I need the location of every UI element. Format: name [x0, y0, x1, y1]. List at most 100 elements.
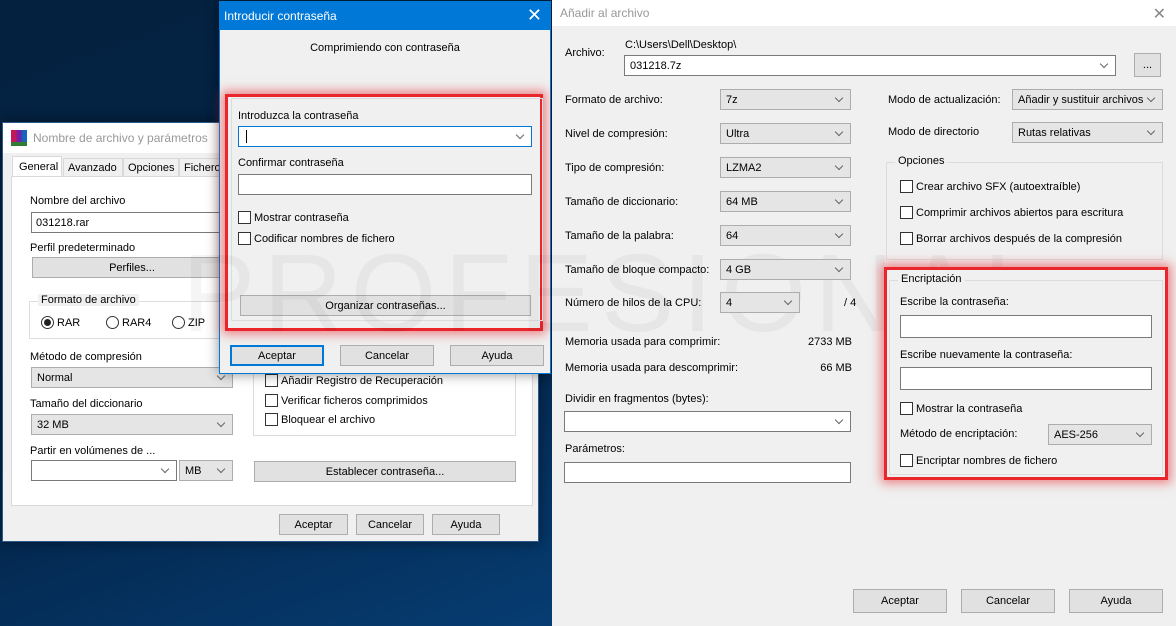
chk-show-password[interactable]: Mostrar contraseña — [238, 211, 349, 224]
chevron-down-icon — [161, 465, 171, 475]
confirm-password-label: Confirmar contraseña — [238, 157, 344, 169]
checkbox — [900, 206, 913, 219]
chk-recovery-record[interactable]: Añadir Registro de Recuperación — [265, 374, 443, 387]
threads-select[interactable]: 4 — [720, 292, 800, 313]
update-mode-select[interactable]: Añadir y sustituir archivos — [1012, 89, 1163, 110]
threads-max: / 4 — [844, 297, 857, 309]
radio-rar-dot — [41, 316, 54, 329]
enter-password-label: Introduzca la contraseña — [238, 110, 359, 122]
winrar-help-button[interactable]: Ayuda — [432, 514, 500, 535]
enc-method-select[interactable]: AES-256 — [1048, 424, 1152, 445]
confirm-password-input[interactable] — [238, 174, 532, 195]
sevenzip-help-button[interactable]: Ayuda — [1069, 589, 1163, 613]
format-label: Formato de archivo: — [565, 94, 663, 106]
method-select[interactable]: Normal — [31, 367, 233, 388]
chk-lock[interactable]: Bloquear el archivo — [265, 413, 375, 426]
chevron-down-icon — [516, 131, 526, 141]
archive-name-input[interactable]: 031218.rar — [31, 212, 231, 233]
password-title: Introducir contraseña — [224, 9, 337, 23]
chevron-down-icon — [835, 128, 845, 138]
split-unit-select[interactable]: MB — [179, 460, 233, 481]
options-group-label: Opciones — [895, 155, 948, 167]
archive-name-label: Nombre del archivo — [30, 195, 126, 207]
profiles-button[interactable]: Perfiles... — [32, 257, 232, 278]
split-label: Partir en volúmenes de ... — [30, 445, 156, 457]
password-subtitle: Comprimiendo con contraseña — [310, 42, 460, 54]
method-label: Método de compresión — [30, 351, 142, 363]
tab-opciones[interactable]: Opciones — [123, 158, 179, 177]
radio-zip-dot — [172, 316, 185, 329]
chk-open-files[interactable]: Comprimir archivos abiertos para escritu… — [900, 206, 1123, 219]
sevenzip-dialog: Añadir al archivo ✕ PROFESIONAL Archivo:… — [182, 0, 1176, 626]
dict-select[interactable]: 32 MB — [31, 414, 233, 435]
format-group-label: Formato de archivo — [38, 294, 139, 306]
tab-general[interactable]: General — [12, 156, 62, 178]
radio-rar[interactable]: RAR — [41, 316, 80, 329]
sevenzip-titlebar: Añadir al archivo — [552, 0, 1176, 26]
mem-decompress-label: Memoria usada para descomprimir: — [565, 362, 739, 374]
method-label: Tipo de compresión: — [565, 162, 665, 174]
checkbox — [238, 232, 251, 245]
chk-encrypt-names[interactable]: Codificar nombres de fichero — [238, 232, 395, 245]
chk-show-pw[interactable]: Mostrar la contraseña — [900, 402, 1022, 415]
chevron-down-icon — [835, 94, 845, 104]
dict-select[interactable]: 64 MB — [720, 191, 851, 212]
dict-label: Tamaño del diccionario — [30, 398, 143, 410]
radio-rar4[interactable]: RAR4 — [106, 316, 151, 329]
close-icon[interactable]: ✕ — [1153, 4, 1166, 24]
word-select[interactable]: 64 — [720, 225, 851, 246]
chevron-down-icon — [835, 416, 845, 426]
level-label: Nivel de compresión: — [565, 128, 668, 140]
format-select[interactable]: 7z — [720, 89, 851, 110]
pw2-label: Escribe nuevamente la contraseña: — [900, 349, 1073, 361]
chevron-down-icon — [835, 196, 845, 206]
pw-label: Escribe la contraseña: — [900, 296, 1009, 308]
solid-select[interactable]: 4 GB — [720, 259, 851, 280]
dict-label: Tamaño de diccionario: — [565, 196, 679, 208]
enc-method-label: Método de encriptación: — [900, 428, 1018, 440]
level-select[interactable]: Ultra — [720, 123, 851, 144]
radio-rar4-dot — [106, 316, 119, 329]
split-select[interactable] — [564, 411, 851, 432]
chk-enc-names[interactable]: Encriptar nombres de fichero — [900, 454, 1057, 467]
profile-label: Perfil predeterminado — [30, 242, 136, 254]
archive-name-combo[interactable]: 031218.7z — [624, 55, 1116, 76]
chk-delete-after[interactable]: Borrar archivos después de la compresión — [900, 232, 1122, 245]
browse-button[interactable]: ... — [1134, 53, 1161, 77]
close-icon[interactable]: ✕ — [527, 6, 542, 24]
update-mode-label: Modo de actualización: — [888, 94, 1001, 106]
method-select[interactable]: LZMA2 — [720, 157, 851, 178]
password-cancel-button[interactable]: Cancelar — [340, 345, 434, 366]
chk-verify[interactable]: Verificar ficheros comprimidos — [265, 394, 428, 407]
enter-password-input[interactable] — [238, 126, 532, 147]
set-password-button[interactable]: Establecer contraseña... — [254, 461, 516, 482]
params-input[interactable] — [564, 462, 851, 483]
split-volume-select[interactable] — [31, 460, 177, 481]
checkbox — [900, 180, 913, 193]
chevron-down-icon — [835, 162, 845, 172]
dir-mode-label: Modo de directorio — [888, 126, 980, 138]
chevron-down-icon — [1100, 60, 1110, 70]
chk-sfx[interactable]: Crear archivo SFX (autoextraíble) — [900, 180, 1080, 193]
winrar-cancel-button[interactable]: Cancelar — [356, 514, 424, 535]
radio-zip[interactable]: ZIP — [172, 316, 205, 329]
checkbox — [238, 211, 251, 224]
organize-passwords-button[interactable]: Organizar contraseñas... — [240, 295, 531, 316]
password-help-button[interactable]: Ayuda — [450, 345, 544, 366]
tab-avanzado[interactable]: Avanzado — [63, 158, 123, 177]
pw2-input[interactable] — [900, 367, 1152, 390]
password-ok-button[interactable]: Aceptar — [230, 345, 324, 366]
sevenzip-cancel-button[interactable]: Cancelar — [961, 589, 1055, 613]
sevenzip-ok-button[interactable]: Aceptar — [853, 589, 947, 613]
dir-mode-select[interactable]: Rutas relativas — [1012, 122, 1163, 143]
chevron-down-icon — [217, 419, 227, 429]
mem-compress-value: 2733 MB — [807, 336, 852, 348]
chevron-down-icon — [1147, 127, 1157, 137]
mem-decompress-value: 66 MB — [820, 362, 852, 374]
winrar-ok-button[interactable]: Aceptar — [279, 514, 348, 535]
pw-input[interactable] — [900, 315, 1152, 338]
archive-path: C:\Users\Dell\Desktop\ — [625, 39, 737, 51]
chevron-down-icon — [1136, 429, 1146, 439]
checkbox — [900, 402, 913, 415]
archive-label: Archivo: — [565, 47, 605, 59]
